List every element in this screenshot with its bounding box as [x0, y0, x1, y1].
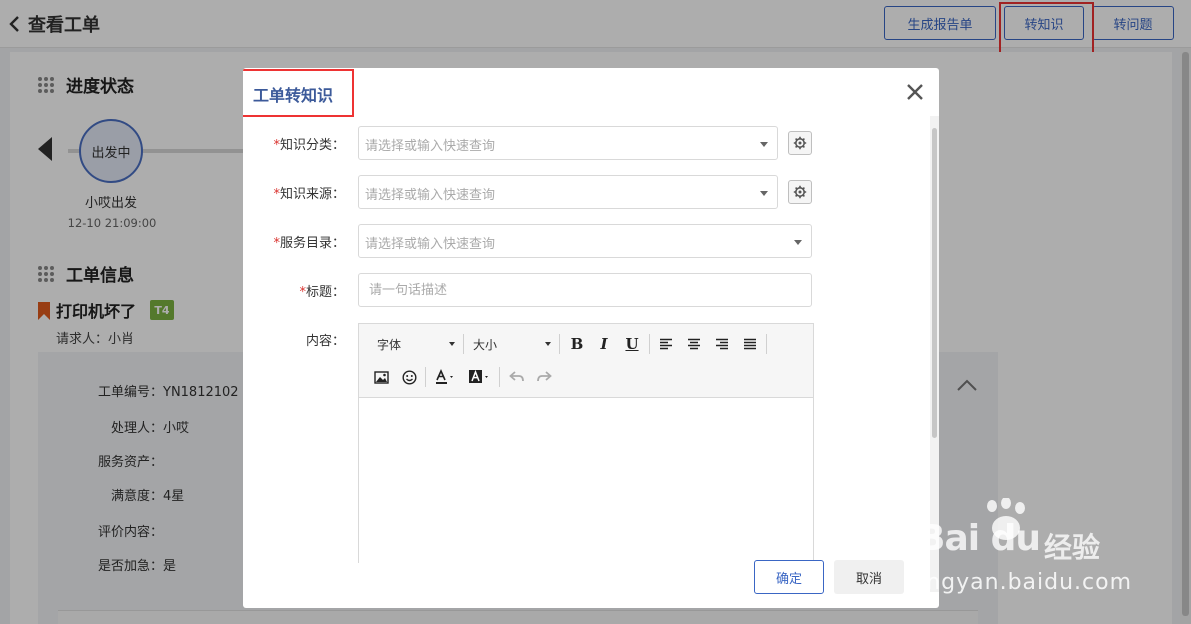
category-settings-button[interactable] — [788, 131, 812, 155]
align-center-icon — [688, 338, 700, 350]
editor-toolbar: 字体 大小 B I U — [359, 324, 813, 398]
source-settings-button[interactable] — [788, 180, 812, 204]
rich-text-editor: 字体 大小 B I U — [358, 323, 814, 563]
background-color-button[interactable] — [467, 366, 493, 388]
caret-down-icon — [760, 142, 768, 147]
align-right-button[interactable] — [711, 333, 733, 355]
source-placeholder: 请选择或输入快速查询 — [365, 188, 496, 203]
toolbar-divider — [559, 334, 560, 354]
smiley-icon — [401, 369, 417, 385]
category-select[interactable]: 请选择或输入快速查询 — [358, 126, 778, 160]
align-right-icon — [716, 338, 728, 350]
gear-icon — [793, 185, 807, 199]
undo-button[interactable] — [506, 366, 528, 388]
confirm-button[interactable]: 确定 — [754, 560, 824, 594]
italic-button[interactable]: I — [593, 333, 615, 355]
catalog-placeholder: 请选择或输入快速查询 — [365, 237, 496, 252]
insert-image-button[interactable] — [370, 366, 392, 388]
source-select[interactable]: 请选择或输入快速查询 — [358, 175, 778, 209]
redo-icon — [537, 371, 552, 382]
align-justify-icon — [744, 338, 756, 350]
font-size-dropdown[interactable]: 大小 — [473, 333, 551, 355]
catalog-label: *服务目录： — [273, 236, 345, 251]
gear-icon — [793, 136, 807, 150]
toolbar-divider — [425, 367, 426, 387]
catalog-select[interactable]: 请选择或输入快速查询 — [358, 224, 812, 258]
undo-icon — [509, 371, 524, 382]
insert-emoji-button[interactable] — [398, 366, 420, 388]
redo-button[interactable] — [533, 366, 555, 388]
caret-down-icon — [794, 240, 802, 245]
toolbar-divider — [649, 334, 650, 354]
category-label: *知识分类： — [273, 138, 345, 153]
title-input[interactable] — [358, 273, 812, 307]
cancel-button[interactable]: 取消 — [834, 560, 904, 594]
align-left-icon — [660, 338, 672, 350]
font-color-icon — [436, 369, 453, 384]
content-label: 内容： — [305, 334, 345, 349]
background-color-icon — [469, 369, 488, 383]
align-justify-button[interactable] — [739, 333, 761, 355]
to-knowledge-modal: 工单转知识 *知识分类： 请选择或输入快速查询 *知识来源： 请选择或输入快速查… — [243, 68, 939, 608]
font-family-dropdown[interactable]: 字体 — [377, 333, 455, 355]
toolbar-divider — [463, 334, 464, 354]
highlight-frame — [243, 69, 354, 117]
toolbar-divider — [766, 334, 767, 354]
align-center-button[interactable] — [683, 333, 705, 355]
underline-button[interactable]: U — [621, 333, 643, 355]
toolbar-divider — [499, 367, 500, 387]
editor-content-area[interactable] — [359, 399, 813, 563]
close-icon[interactable] — [905, 82, 925, 102]
modal-scrollbar[interactable] — [930, 116, 939, 592]
caret-down-icon — [760, 191, 768, 196]
title-label: *标题： — [299, 285, 345, 300]
source-label: *知识来源： — [273, 187, 345, 202]
bold-button[interactable]: B — [566, 333, 588, 355]
image-icon — [373, 370, 389, 384]
scrollbar-thumb[interactable] — [932, 128, 937, 438]
category-placeholder: 请选择或输入快速查询 — [365, 139, 496, 154]
align-left-button[interactable] — [655, 333, 677, 355]
font-color-button[interactable] — [433, 366, 459, 388]
